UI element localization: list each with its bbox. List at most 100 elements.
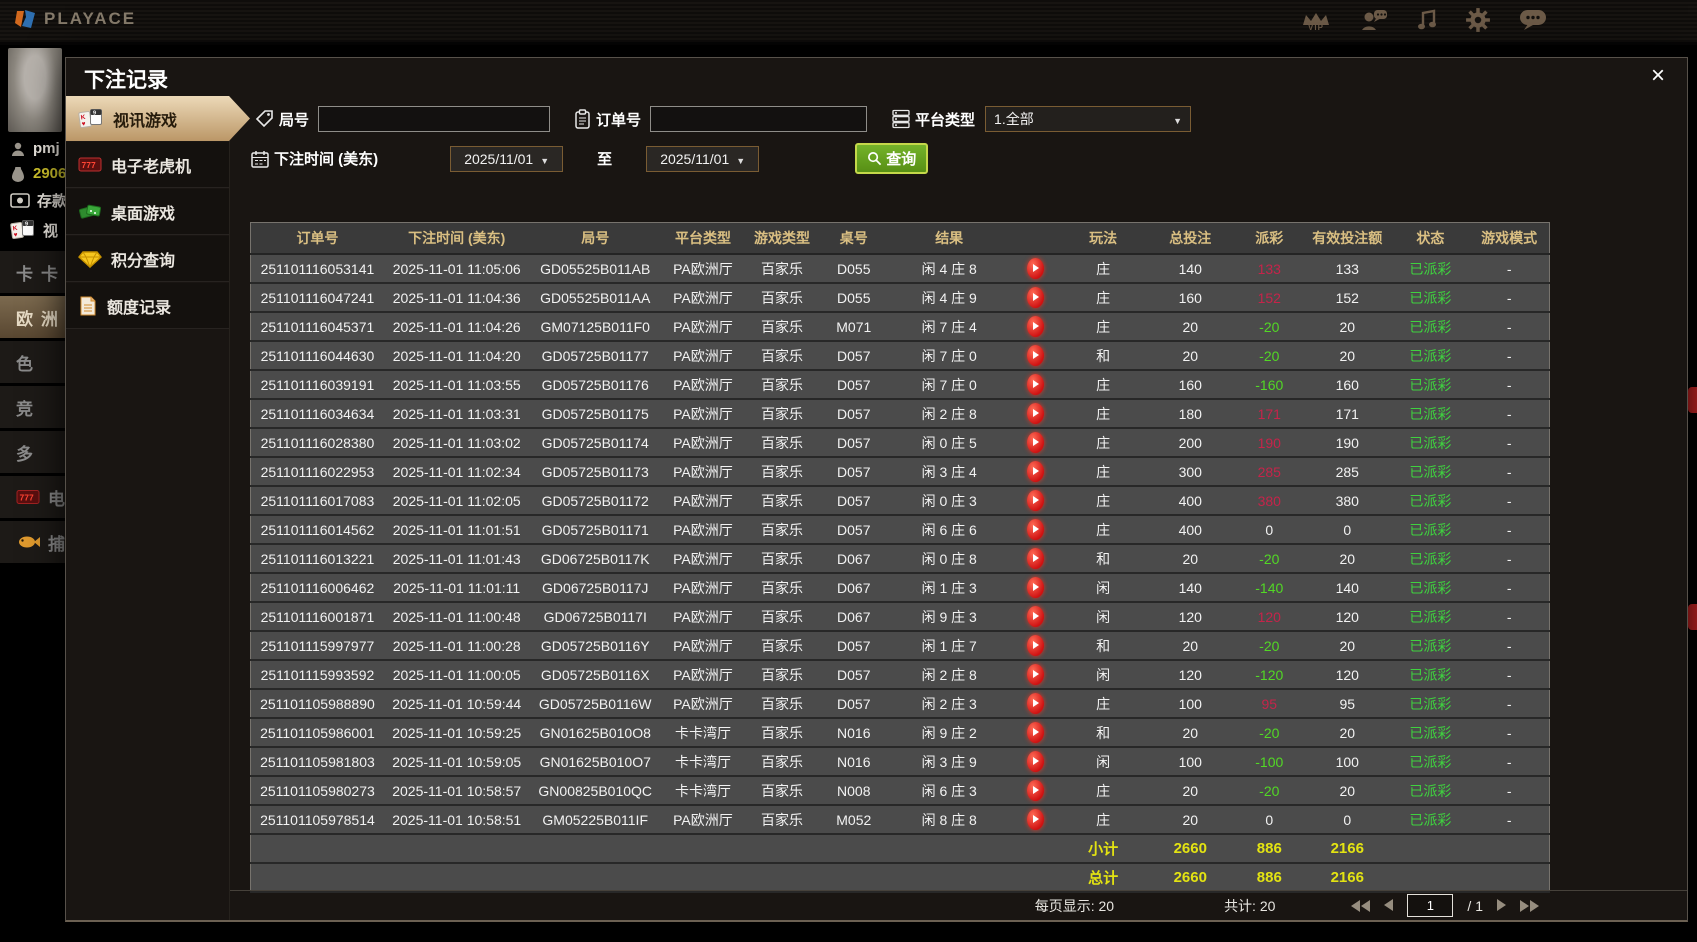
order-input[interactable] xyxy=(650,106,868,132)
replay-play-icon[interactable] xyxy=(1026,432,1044,453)
sidebar-item-points-query[interactable]: 积分查询 xyxy=(66,236,229,282)
chevron-down-icon xyxy=(736,151,745,167)
table-row[interactable]: 251101105981803 2025-11-01 10:59:05 GN01… xyxy=(250,747,1550,777)
edge-floating-badge[interactable] xyxy=(1688,387,1697,413)
replay-play-icon[interactable] xyxy=(1026,606,1044,627)
replay-play-icon[interactable] xyxy=(1026,635,1044,656)
brand-logo[interactable]: PLAYACE xyxy=(14,8,136,30)
platform-select[interactable]: 1.全部 xyxy=(985,106,1192,132)
cell-platform-type: PA欧洲厅 xyxy=(660,573,746,603)
table-row[interactable]: 251101116001871 2025-11-01 11:00:48 GD06… xyxy=(250,602,1550,632)
cell-status: 已派彩 xyxy=(1391,283,1470,313)
modal-content: 局号 订单号 平台类型 1.全部 ▼ 下注时间 (美东) 2025/11/01 … xyxy=(230,96,1687,920)
total-total-bet: 2660 xyxy=(1145,863,1236,893)
table-row[interactable]: 251101116053141 2025-11-01 11:05:06 GD05… xyxy=(250,254,1550,284)
clipboard-icon xyxy=(575,109,590,129)
cell-result: 闲 7 庄 0 xyxy=(888,370,1010,400)
cell-payout: -140 xyxy=(1235,573,1304,603)
cell-payout: -160 xyxy=(1235,370,1304,400)
cell-valid-bet: 120 xyxy=(1303,602,1392,632)
gem-icon xyxy=(78,250,102,268)
table-row[interactable]: 251101116028380 2025-11-01 11:03:02 GD05… xyxy=(250,428,1550,458)
bet-time-filter-label: 下注时间 (美东) xyxy=(250,148,378,169)
cell-result: 闲 0 庄 8 xyxy=(888,544,1010,574)
cell-payout: 0 xyxy=(1235,515,1304,545)
next-page-button[interactable] xyxy=(1497,898,1506,914)
table-row[interactable]: 251101116045371 2025-11-01 11:04:26 GM07… xyxy=(250,312,1550,342)
replay-play-icon[interactable] xyxy=(1026,316,1044,337)
vip-button[interactable]: VIP xyxy=(1301,12,1331,32)
table-row[interactable]: 251101116047241 2025-11-01 11:04:36 GD05… xyxy=(250,283,1550,313)
first-page-button[interactable] xyxy=(1351,899,1371,912)
page-number-input[interactable] xyxy=(1407,894,1454,917)
cell-total-bet: 20 xyxy=(1145,312,1236,342)
column-header: 状态 xyxy=(1391,222,1470,255)
message-button[interactable] xyxy=(1519,8,1547,36)
cell-game-type: 百家乐 xyxy=(745,370,819,400)
replay-play-icon[interactable] xyxy=(1026,809,1044,830)
date-to-select[interactable]: 2025/11/01 xyxy=(646,145,760,172)
cell-play-method: 和 xyxy=(1061,631,1146,661)
user-avatar[interactable] xyxy=(8,48,62,132)
document-icon xyxy=(80,296,96,315)
replay-play-icon[interactable] xyxy=(1026,461,1044,482)
cell-order-number: 251101105986001 xyxy=(250,718,384,748)
replay-play-icon[interactable] xyxy=(1026,287,1044,308)
table-row[interactable]: 251101105980273 2025-11-01 10:58:57 GN00… xyxy=(250,776,1550,806)
table-row[interactable]: 251101105988890 2025-11-01 10:59:44 GD05… xyxy=(250,689,1550,719)
table-row[interactable]: 251101116034634 2025-11-01 11:03:31 GD05… xyxy=(250,399,1550,429)
cell-round-number: GD05725B01172 xyxy=(529,486,661,516)
cell-result: 闲 9 庄 3 xyxy=(888,602,1010,632)
table-row[interactable]: 251101116014562 2025-11-01 11:01:51 GD05… xyxy=(250,515,1550,545)
replay-play-icon[interactable] xyxy=(1026,722,1044,743)
table-row[interactable]: 251101116039191 2025-11-01 11:03:55 GD05… xyxy=(250,370,1550,400)
customer-service-button[interactable] xyxy=(1359,8,1389,37)
edge-floating-badge[interactable] xyxy=(1688,604,1697,630)
replay-play-icon[interactable] xyxy=(1026,490,1044,511)
table-row[interactable]: 251101105978514 2025-11-01 10:58:51 GM05… xyxy=(250,805,1550,835)
table-row[interactable]: 251101116022953 2025-11-01 11:02:34 GD05… xyxy=(250,457,1550,487)
sidebar-item-quota-record[interactable]: 额度记录 xyxy=(66,283,229,329)
table-row[interactable]: 251101116013221 2025-11-01 11:01:43 GD06… xyxy=(250,544,1550,574)
column-header: 下注时间 (美东) xyxy=(383,222,530,255)
replay-play-icon[interactable] xyxy=(1026,374,1044,395)
table-row[interactable]: 251101116017083 2025-11-01 11:02:05 GD05… xyxy=(250,486,1550,516)
replay-play-icon[interactable] xyxy=(1026,664,1044,685)
total-count-label: 共计: 20 xyxy=(1224,897,1276,914)
last-page-button[interactable] xyxy=(1520,899,1539,912)
cell-total-bet: 20 xyxy=(1145,341,1236,371)
cell-table-number: D057 xyxy=(818,399,889,429)
replay-play-icon[interactable] xyxy=(1026,519,1044,540)
replay-play-icon[interactable] xyxy=(1026,693,1044,714)
music-button[interactable] xyxy=(1417,8,1437,37)
sidebar-item-slots[interactable]: 777 电子老虎机 xyxy=(66,142,229,188)
cell-total-bet: 180 xyxy=(1145,399,1236,429)
sidebar-item-table-games[interactable]: 桌面游戏 xyxy=(66,189,229,235)
table-row[interactable]: 251101105986001 2025-11-01 10:59:25 GN01… xyxy=(250,718,1550,748)
search-button[interactable]: 查询 xyxy=(855,143,929,174)
cell-result: 闲 6 庄 3 xyxy=(888,776,1010,806)
cell-game-type: 百家乐 xyxy=(745,312,819,342)
replay-play-icon[interactable] xyxy=(1026,751,1044,772)
cell-round-number: GD05725B01176 xyxy=(529,370,661,400)
table-row[interactable]: 251101115993592 2025-11-01 11:00:05 GD05… xyxy=(250,660,1550,690)
cell-total-bet: 20 xyxy=(1145,631,1236,661)
table-row[interactable]: 251101116044630 2025-11-01 11:04:20 GD05… xyxy=(250,341,1550,371)
balance-text: 2906 xyxy=(33,165,67,182)
cell-platform-type: PA欧洲厅 xyxy=(660,602,746,632)
replay-play-icon[interactable] xyxy=(1026,548,1044,569)
round-input[interactable] xyxy=(318,106,551,132)
replay-play-icon[interactable] xyxy=(1026,258,1044,279)
replay-play-icon[interactable] xyxy=(1026,403,1044,424)
table-row[interactable]: 251101116006462 2025-11-01 11:01:11 GD06… xyxy=(250,573,1550,603)
close-icon[interactable]: × xyxy=(1651,64,1665,88)
date-from-select[interactable]: 2025/11/01 xyxy=(450,145,564,172)
cell-order-number: 251101115997977 xyxy=(250,631,384,661)
replay-play-icon[interactable] xyxy=(1026,577,1044,598)
cell-valid-bet: 120 xyxy=(1303,660,1392,690)
table-row[interactable]: 251101115997977 2025-11-01 11:00:28 GD05… xyxy=(250,631,1550,661)
replay-play-icon[interactable] xyxy=(1026,780,1044,801)
replay-play-icon[interactable] xyxy=(1026,345,1044,366)
prev-page-button[interactable] xyxy=(1384,898,1394,914)
settings-button[interactable] xyxy=(1465,7,1491,38)
